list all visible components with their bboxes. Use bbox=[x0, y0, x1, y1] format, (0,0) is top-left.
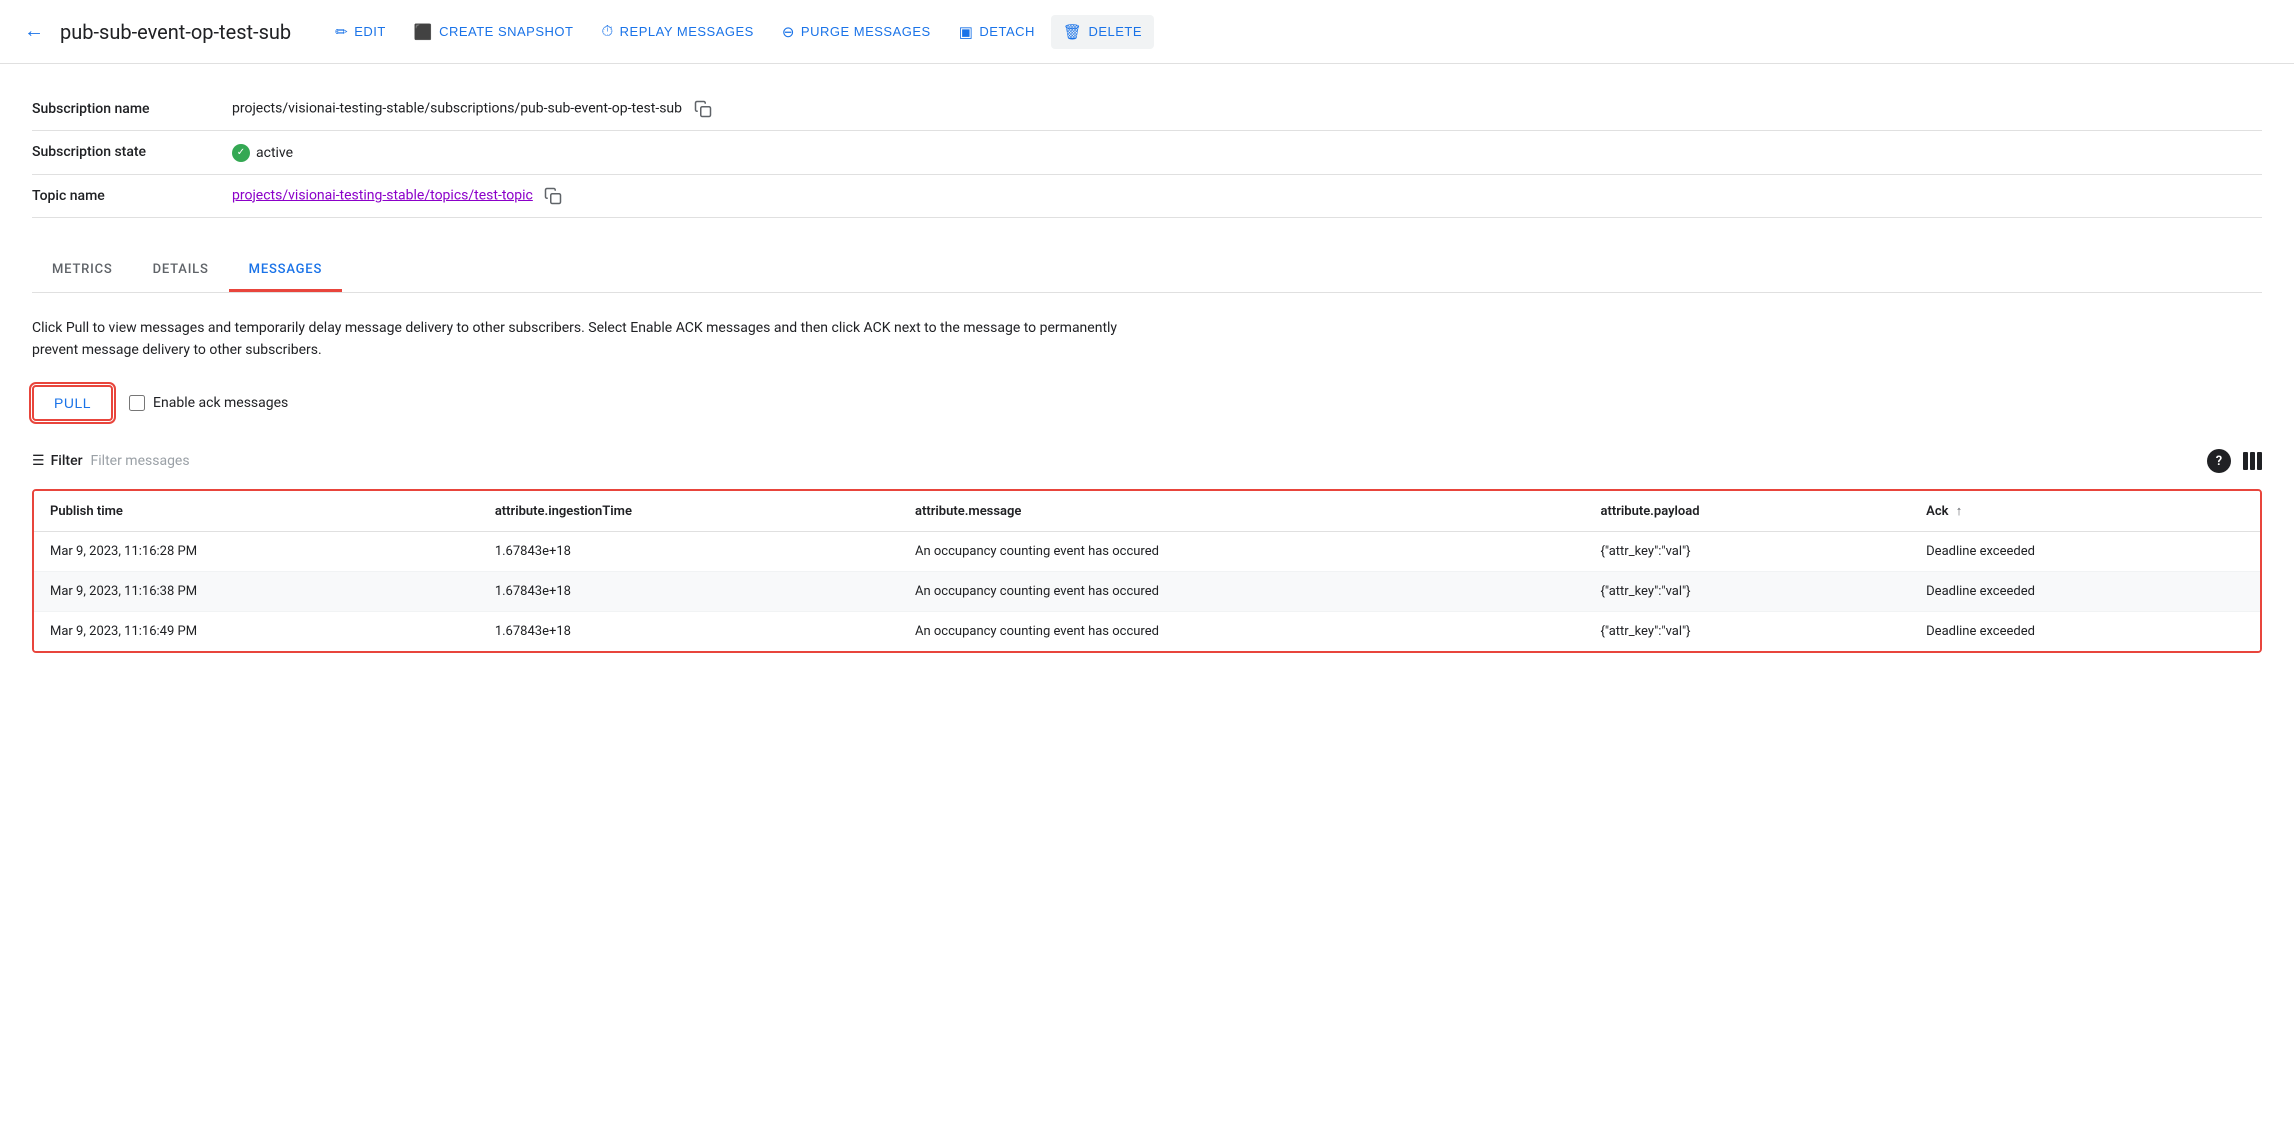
subscription-name-row: Subscription name projects/visionai-test… bbox=[32, 88, 2262, 131]
cell-payload-2: {"attr_key":"val"} bbox=[1584, 572, 1910, 612]
cell-payload-3: {"attr_key":"val"} bbox=[1584, 612, 1910, 652]
enable-ack-checkbox[interactable] bbox=[129, 395, 145, 411]
detach-icon: ▣ bbox=[959, 23, 974, 41]
topic-link[interactable]: projects/visionai-testing-stable/topics/… bbox=[232, 187, 533, 203]
replay-messages-button[interactable]: ⏱ REPLAY MESSAGES bbox=[589, 15, 765, 48]
col-ack[interactable]: Ack ↑ bbox=[1910, 491, 2260, 532]
columns-icon[interactable] bbox=[2243, 452, 2262, 470]
topic-name-label: Topic name bbox=[32, 174, 232, 217]
pull-section: PULL Enable ack messages bbox=[32, 385, 2262, 421]
status-active: ✓ active bbox=[232, 144, 293, 162]
info-table: Subscription name projects/visionai-test… bbox=[32, 88, 2262, 218]
cell-publish-time-2: Mar 9, 2023, 11:16:38 PM bbox=[34, 572, 479, 612]
main-content: Subscription name projects/visionai-test… bbox=[0, 64, 2294, 677]
tabs: METRICS DETAILS MESSAGES bbox=[32, 250, 2262, 293]
toolbar: ✏ EDIT ⬛ CREATE SNAPSHOT ⏱ REPLAY MESSAG… bbox=[323, 15, 2270, 49]
back-button[interactable]: ← bbox=[24, 20, 44, 43]
snapshot-icon: ⬛ bbox=[414, 23, 433, 41]
purge-icon: ⊖ bbox=[782, 23, 795, 41]
pull-button[interactable]: PULL bbox=[32, 385, 113, 421]
header: ← pub-sub-event-op-test-sub ✏ EDIT ⬛ CRE… bbox=[0, 0, 2294, 64]
cell-message-1: An occupancy counting event has occured bbox=[899, 532, 1584, 572]
delete-icon: 🗑 bbox=[1063, 23, 1083, 41]
topic-name-row: Topic name projects/visionai-testing-sta… bbox=[32, 174, 2262, 217]
detach-button[interactable]: ▣ DETACH bbox=[947, 15, 1047, 49]
table-row: Mar 9, 2023, 11:16:49 PM 1.67843e+18 An … bbox=[34, 612, 2260, 652]
cell-payload-1: {"attr_key":"val"} bbox=[1584, 532, 1910, 572]
col-payload: attribute.payload bbox=[1584, 491, 1910, 532]
enable-ack-label[interactable]: Enable ack messages bbox=[129, 395, 288, 411]
status-dot-icon: ✓ bbox=[232, 144, 250, 162]
filter-button[interactable]: ☰ Filter bbox=[32, 453, 83, 469]
table-header: Publish time attribute.ingestionTime att… bbox=[34, 491, 2260, 532]
col-message: attribute.message bbox=[899, 491, 1584, 532]
table-body: Mar 9, 2023, 11:16:28 PM 1.67843e+18 An … bbox=[34, 532, 2260, 652]
copy-topic-name-icon[interactable] bbox=[544, 187, 562, 205]
filter-icon: ☰ bbox=[32, 453, 45, 469]
sort-icon: ↑ bbox=[1956, 504, 1963, 519]
back-arrow-icon: ← bbox=[24, 20, 44, 43]
cell-publish-time-3: Mar 9, 2023, 11:16:49 PM bbox=[34, 612, 479, 652]
edit-button[interactable]: ✏ EDIT bbox=[323, 15, 398, 49]
cell-message-3: An occupancy counting event has occured bbox=[899, 612, 1584, 652]
help-icon[interactable]: ? bbox=[2207, 449, 2231, 473]
col-publish-time: Publish time bbox=[34, 491, 479, 532]
subscription-state-value: ✓ active bbox=[232, 131, 2262, 175]
table-row: Mar 9, 2023, 11:16:28 PM 1.67843e+18 An … bbox=[34, 532, 2260, 572]
filter-placeholder: Filter messages bbox=[91, 453, 190, 469]
purge-messages-button[interactable]: ⊖ PURGE MESSAGES bbox=[770, 15, 943, 49]
table-row: Mar 9, 2023, 11:16:38 PM 1.67843e+18 An … bbox=[34, 572, 2260, 612]
cell-ingestion-time-3: 1.67843e+18 bbox=[479, 612, 899, 652]
edit-icon: ✏ bbox=[335, 23, 348, 41]
col-ingestion-time: attribute.ingestionTime bbox=[479, 491, 899, 532]
description-text: Click Pull to view messages and temporar… bbox=[32, 317, 1132, 362]
cell-ingestion-time-2: 1.67843e+18 bbox=[479, 572, 899, 612]
subscription-state-row: Subscription state ✓ active bbox=[32, 131, 2262, 175]
delete-button[interactable]: 🗑 DELETE bbox=[1051, 15, 1154, 49]
subscription-name-value: projects/visionai-testing-stable/subscri… bbox=[232, 88, 2262, 131]
tab-messages[interactable]: MESSAGES bbox=[229, 250, 342, 292]
cell-ack-2: Deadline exceeded bbox=[1910, 572, 2260, 612]
copy-subscription-name-icon[interactable] bbox=[694, 100, 712, 118]
subscription-name-label: Subscription name bbox=[32, 88, 232, 131]
cell-publish-time-1: Mar 9, 2023, 11:16:28 PM bbox=[34, 532, 479, 572]
data-table: Publish time attribute.ingestionTime att… bbox=[34, 491, 2260, 651]
topic-name-value: projects/visionai-testing-stable/topics/… bbox=[232, 174, 2262, 217]
tab-details[interactable]: DETAILS bbox=[133, 250, 229, 292]
filter-bar: ☰ Filter Filter messages ? bbox=[32, 441, 2262, 481]
tab-metrics[interactable]: METRICS bbox=[32, 250, 133, 292]
cell-message-2: An occupancy counting event has occured bbox=[899, 572, 1584, 612]
data-table-wrapper: Publish time attribute.ingestionTime att… bbox=[32, 489, 2262, 653]
filter-actions: ? bbox=[2207, 449, 2262, 473]
page-title: pub-sub-event-op-test-sub bbox=[60, 20, 291, 44]
cell-ack-1: Deadline exceeded bbox=[1910, 532, 2260, 572]
subscription-state-label: Subscription state bbox=[32, 131, 232, 175]
create-snapshot-button[interactable]: ⬛ CREATE SNAPSHOT bbox=[402, 15, 586, 49]
messages-tab-content: Click Pull to view messages and temporar… bbox=[32, 317, 2262, 654]
cell-ack-3: Deadline exceeded bbox=[1910, 612, 2260, 652]
cell-ingestion-time-1: 1.67843e+18 bbox=[479, 532, 899, 572]
replay-icon: ⏱ bbox=[601, 23, 613, 40]
